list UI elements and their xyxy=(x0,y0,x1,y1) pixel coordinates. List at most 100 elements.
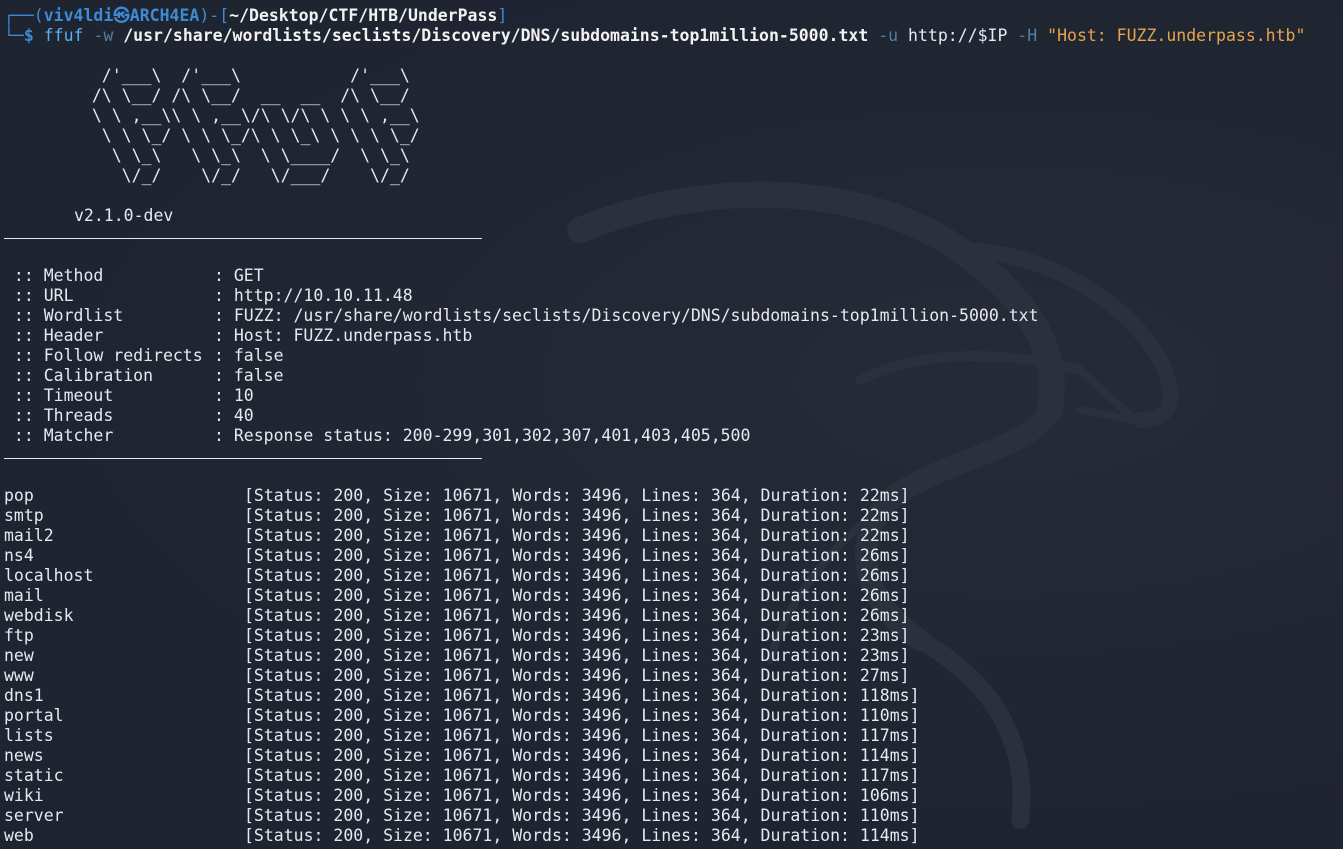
config-key: :: Calibration xyxy=(4,366,154,385)
config-list: :: Method : GET :: URL : http://10.10.11.4… xyxy=(4,266,1343,446)
config-row: :: Follow redirects : false xyxy=(4,346,1343,366)
prompt-frame-bottom: └─ xyxy=(4,26,24,45)
command-url: http://$IP xyxy=(908,26,1008,45)
result-row: smtp [Status: 200, Size: 10671, Words: 34… xyxy=(4,506,1343,526)
prompt-dollar: $ xyxy=(23,26,34,45)
config-value: : Host: FUZZ.underpass.htb xyxy=(214,326,473,345)
result-info: [Status: 200, Size: 10671, Words: 3496, … xyxy=(244,726,920,745)
result-subdomain: mail2 xyxy=(4,526,54,545)
result-row: mail2 [Status: 200, Size: 10671, Words: 3… xyxy=(4,526,1343,546)
command-line[interactable]: └─$ ffuf -w /usr/share/wordlists/seclist… xyxy=(4,26,1343,46)
config-key: :: Threads xyxy=(4,406,114,425)
config-row: :: Header : Host: FUZZ.underpass.htb xyxy=(4,326,1343,346)
divider-bottom xyxy=(4,446,1343,466)
config-key: :: Matcher xyxy=(4,426,114,445)
result-info: [Status: 200, Size: 10671, Words: 3496, … xyxy=(244,606,910,625)
result-info: [Status: 200, Size: 10671, Words: 3496, … xyxy=(244,666,910,685)
result-info: [Status: 200, Size: 10671, Words: 3496, … xyxy=(244,806,920,825)
result-subdomain: mail xyxy=(4,586,44,605)
config-row: :: Method : GET xyxy=(4,266,1343,286)
result-info: [Status: 200, Size: 10671, Words: 3496, … xyxy=(244,766,920,785)
result-info: [Status: 200, Size: 10671, Words: 3496, … xyxy=(244,586,910,605)
config-row: :: URL : http://10.10.11.48 xyxy=(4,286,1343,306)
result-subdomain: portal xyxy=(4,706,64,725)
result-info: [Status: 200, Size: 10671, Words: 3496, … xyxy=(244,746,920,765)
result-subdomain: dns1 xyxy=(4,686,44,705)
config-key: :: Method xyxy=(4,266,104,285)
prompt-frame: ┌──( xyxy=(4,6,44,25)
result-row: www [Status: 200, Size: 10671, Words: 349… xyxy=(4,666,1343,686)
command-flag-u: -u xyxy=(878,26,899,45)
config-row: :: Wordlist : FUZZ: /usr/share/wordlists/… xyxy=(4,306,1343,326)
config-value: : false xyxy=(214,346,284,365)
result-row: mail [Status: 200, Size: 10671, Words: 34… xyxy=(4,586,1343,606)
result-subdomain: web xyxy=(4,826,34,845)
result-subdomain: static xyxy=(4,766,64,785)
result-row: webdisk [Status: 200, Size: 10671, Words:… xyxy=(4,606,1343,626)
result-info: [Status: 200, Size: 10671, Words: 3496, … xyxy=(244,506,910,525)
config-value: : http://10.10.11.48 xyxy=(214,286,413,305)
ffuf-version: v2.1.0-dev xyxy=(74,206,174,225)
result-subdomain: news xyxy=(4,746,44,765)
result-subdomain: localhost xyxy=(4,566,94,585)
terminal-window[interactable]: ┌──(viv4ldi㉿ARCH4EA)-[~/Desktop/CTF/HTB/… xyxy=(0,0,1343,849)
result-subdomain: ns4 xyxy=(4,546,34,565)
config-value: : false xyxy=(214,366,284,385)
result-row: pop [Status: 200, Size: 10671, Words: 349… xyxy=(4,486,1343,506)
config-key: :: Wordlist xyxy=(4,306,124,325)
result-row: localhost [Status: 200, Size: 10671, Word… xyxy=(4,566,1343,586)
config-key: :: Timeout xyxy=(4,386,114,405)
config-value: : FUZZ: /usr/share/wordlists/seclists/Di… xyxy=(214,306,1039,325)
result-row: wiki [Status: 200, Size: 10671, Words: 34… xyxy=(4,786,1343,806)
result-subdomain: lists xyxy=(4,726,54,745)
result-info: [Status: 200, Size: 10671, Words: 3496, … xyxy=(244,706,920,725)
command-flag-h: -H xyxy=(1017,26,1038,45)
divider-top xyxy=(4,226,1343,246)
config-value: : GET xyxy=(214,266,264,285)
result-row: ns4 [Status: 200, Size: 10671, Words: 349… xyxy=(4,546,1343,566)
config-key: :: Header xyxy=(4,326,104,345)
result-subdomain: wiki xyxy=(4,786,44,805)
result-row: server [Status: 200, Size: 10671, Words: … xyxy=(4,806,1343,826)
result-info: [Status: 200, Size: 10671, Words: 3496, … xyxy=(244,826,920,845)
command-wordlist: /usr/share/wordlists/seclists/Discovery/… xyxy=(123,26,869,45)
command-flag-w: -w xyxy=(93,26,114,45)
config-row: :: Threads : 40 xyxy=(4,406,1343,426)
result-info: [Status: 200, Size: 10671, Words: 3496, … xyxy=(244,626,910,645)
ffuf-ascii-banner: /'___\ /'___\ /'___\ /\ \__/ /\ \__/ __ … xyxy=(91,66,420,185)
result-subdomain: server xyxy=(4,806,64,825)
config-key: :: URL xyxy=(4,286,74,305)
config-value: : 40 xyxy=(214,406,254,425)
result-subdomain: webdisk xyxy=(4,606,74,625)
terminal-output: ┌──(viv4ldi㉿ARCH4EA)-[~/Desktop/CTF/HTB/… xyxy=(4,6,1343,846)
config-row: :: Timeout : 10 xyxy=(4,386,1343,406)
config-value: : 10 xyxy=(214,386,254,405)
result-info: [Status: 200, Size: 10671, Words: 3496, … xyxy=(244,786,920,805)
config-value: : Response status: 200-299,301,302,307,4… xyxy=(214,426,751,445)
result-row: news [Status: 200, Size: 10671, Words: 34… xyxy=(4,746,1343,766)
prompt-user-host: viv4ldi㉿ARCH4EA xyxy=(43,6,200,25)
result-row: dns1 [Status: 200, Size: 10671, Words: 34… xyxy=(4,686,1343,706)
result-info: [Status: 200, Size: 10671, Words: 3496, … xyxy=(244,486,910,505)
prompt-frame-mid: )-[ xyxy=(199,6,230,25)
result-subdomain: new xyxy=(4,646,34,665)
config-key: :: Follow redirects xyxy=(4,346,203,365)
prompt-cwd: ~/Desktop/CTF/HTB/UnderPass xyxy=(229,6,498,25)
result-row: lists [Status: 200, Size: 10671, Words: 3… xyxy=(4,726,1343,746)
result-subdomain: ftp xyxy=(4,626,34,645)
config-row: :: Calibration : false xyxy=(4,366,1343,386)
result-row: web [Status: 200, Size: 10671, Words: 349… xyxy=(4,826,1343,846)
command-program: ffuf xyxy=(43,26,84,45)
result-info: [Status: 200, Size: 10671, Words: 3496, … xyxy=(244,546,910,565)
result-subdomain: smtp xyxy=(4,506,44,525)
result-row: ftp [Status: 200, Size: 10671, Words: 349… xyxy=(4,626,1343,646)
result-info: [Status: 200, Size: 10671, Words: 3496, … xyxy=(244,566,910,585)
result-info: [Status: 200, Size: 10671, Words: 3496, … xyxy=(244,686,920,705)
results-list: pop [Status: 200, Size: 10671, Words: 349… xyxy=(4,486,1343,846)
result-row: new [Status: 200, Size: 10671, Words: 349… xyxy=(4,646,1343,666)
result-row: portal [Status: 200, Size: 10671, Words: … xyxy=(4,706,1343,726)
result-info: [Status: 200, Size: 10671, Words: 3496, … xyxy=(244,526,910,545)
command-header: "Host: FUZZ.underpass.htb" xyxy=(1047,26,1306,45)
prompt-frame-end: ] xyxy=(497,6,508,25)
result-subdomain: www xyxy=(4,666,34,685)
